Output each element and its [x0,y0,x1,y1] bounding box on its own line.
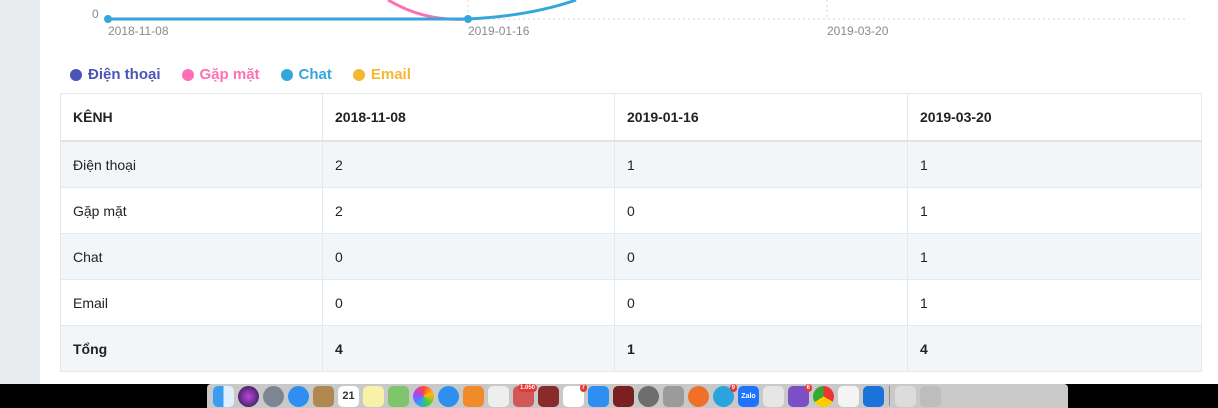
line-chart: 0 2018-11-08 2019-01-16 2019-03-20 [92,0,1187,38]
table-cell: 2 [322,140,615,188]
legend-label: Chat [298,66,332,83]
channel-table-wrapper: KÊNH 2018-11-08 2019-01-16 2019-03-20 Đi… [60,93,1202,372]
x-tick-label-2: 2019-01-16 [468,24,530,38]
telegram-icon[interactable]: 9 [713,383,737,407]
mail-badge: 1.050 [517,383,537,392]
preview-icon[interactable] [488,385,509,407]
notes-icon[interactable] [363,385,384,407]
table-cell: 1 [907,140,1202,188]
channel-table: KÊNH 2018-11-08 2019-01-16 2019-03-20 Đi… [60,93,1202,372]
contacts-icon[interactable] [313,385,334,407]
textedit-icon[interactable] [838,385,859,407]
downloads-folder-icon[interactable] [895,385,916,407]
table-total-row: Tổng 4 1 4 [60,325,1202,372]
safari-icon[interactable] [288,385,309,407]
table-cell: Tổng [60,325,323,372]
messages-icon[interactable] [438,385,459,407]
table-row: Chat 0 0 1 [60,233,1202,280]
y-tick-label-0: 0 [92,7,99,21]
data-point-chat-2 [464,15,472,23]
system-preferences-icon[interactable] [638,385,659,407]
header-date-3: 2019-03-20 [907,93,1202,142]
telegram-badge: 9 [729,383,737,392]
table-cell: 0 [614,279,908,326]
books-icon[interactable] [463,385,484,407]
header-channel: KÊNH [60,93,323,142]
chart-legend: Điện thoại Gặp mặt Chat Email [70,66,432,83]
legend-dot-icon [352,68,365,81]
maps-icon[interactable] [388,385,409,407]
legend-item-email[interactable]: Email [352,66,411,83]
reminders-icon[interactable]: 7 [563,383,587,407]
calendar-day: 21 [342,390,355,402]
x-tick-label-3: 2019-03-20 [827,24,889,38]
legend-label: Điện thoại [88,66,161,83]
left-strip [0,0,40,384]
table-cell: 1 [614,140,908,188]
table-cell: 2 [322,187,615,234]
legend-dot-icon [70,68,82,81]
data-point-chat-1 [104,15,112,23]
dock: 21 1.050 7 9 Zalo 6 [207,383,1068,408]
photos-icon[interactable] [413,385,434,407]
table-row: Email 0 0 1 [60,279,1202,326]
legend-dot-icon [280,68,293,81]
mail-icon[interactable]: 1.050 [513,383,537,407]
table-cell: 1 [907,233,1202,280]
table-cell: 0 [322,233,615,280]
table-row: Gặp mặt 2 0 1 [60,187,1202,234]
legend-label: Gặp mặt [199,66,260,83]
finder-icon[interactable] [213,385,234,407]
legend-item-gap-mat[interactable]: Gặp mặt [181,66,260,83]
siri-icon[interactable] [238,385,259,407]
table-header-row: KÊNH 2018-11-08 2019-01-16 2019-03-20 [60,93,1202,142]
table-row: Điện thoại 2 1 1 [60,140,1202,188]
x-tick-label-1: 2018-11-08 [108,24,169,38]
table-cell: 4 [322,325,615,372]
table-cell: Chat [60,233,323,280]
app-store-icon[interactable] [588,385,609,407]
viber-icon[interactable]: 6 [788,383,812,407]
table-cell: 0 [614,233,908,280]
photo-booth-icon[interactable] [538,385,559,407]
launchpad-icon[interactable] [263,385,284,407]
trash-icon[interactable] [920,385,941,407]
table-cell: Gặp mặt [60,187,323,234]
table-cell: Điện thoại [60,140,323,188]
table-cell: Email [60,279,323,326]
dock-separator [889,386,890,406]
teamviewer-icon[interactable] [863,385,884,407]
table-cell: 1 [614,325,908,372]
script-editor-icon[interactable] [763,385,784,407]
table-cell: 1 [907,279,1202,326]
calendar-icon[interactable]: 21 [338,385,359,407]
table-cell: 1 [907,187,1202,234]
zalo-label: Zalo [741,392,756,400]
table-cell: 0 [614,187,908,234]
header-date-1: 2018-11-08 [322,93,615,142]
flame-app-icon[interactable] [688,385,709,407]
legend-label: Email [370,66,411,83]
legend-dot-icon [181,68,194,81]
reminders-badge: 7 [579,383,587,392]
legend-item-chat[interactable]: Chat [280,66,332,83]
legend-item-dien-thoai[interactable]: Điện thoại [70,66,161,83]
chrome-icon[interactable] [813,385,834,407]
zalo-icon[interactable]: Zalo [738,385,759,407]
viber-badge: 6 [804,383,812,392]
photo-editor-icon[interactable] [613,385,634,407]
series-line-chat [108,0,577,21]
image-capture-icon[interactable] [663,385,684,407]
table-cell: 0 [322,279,615,326]
header-date-2: 2019-01-16 [614,93,908,142]
table-cell: 4 [907,325,1202,372]
series-line-gap-mat [387,0,469,21]
